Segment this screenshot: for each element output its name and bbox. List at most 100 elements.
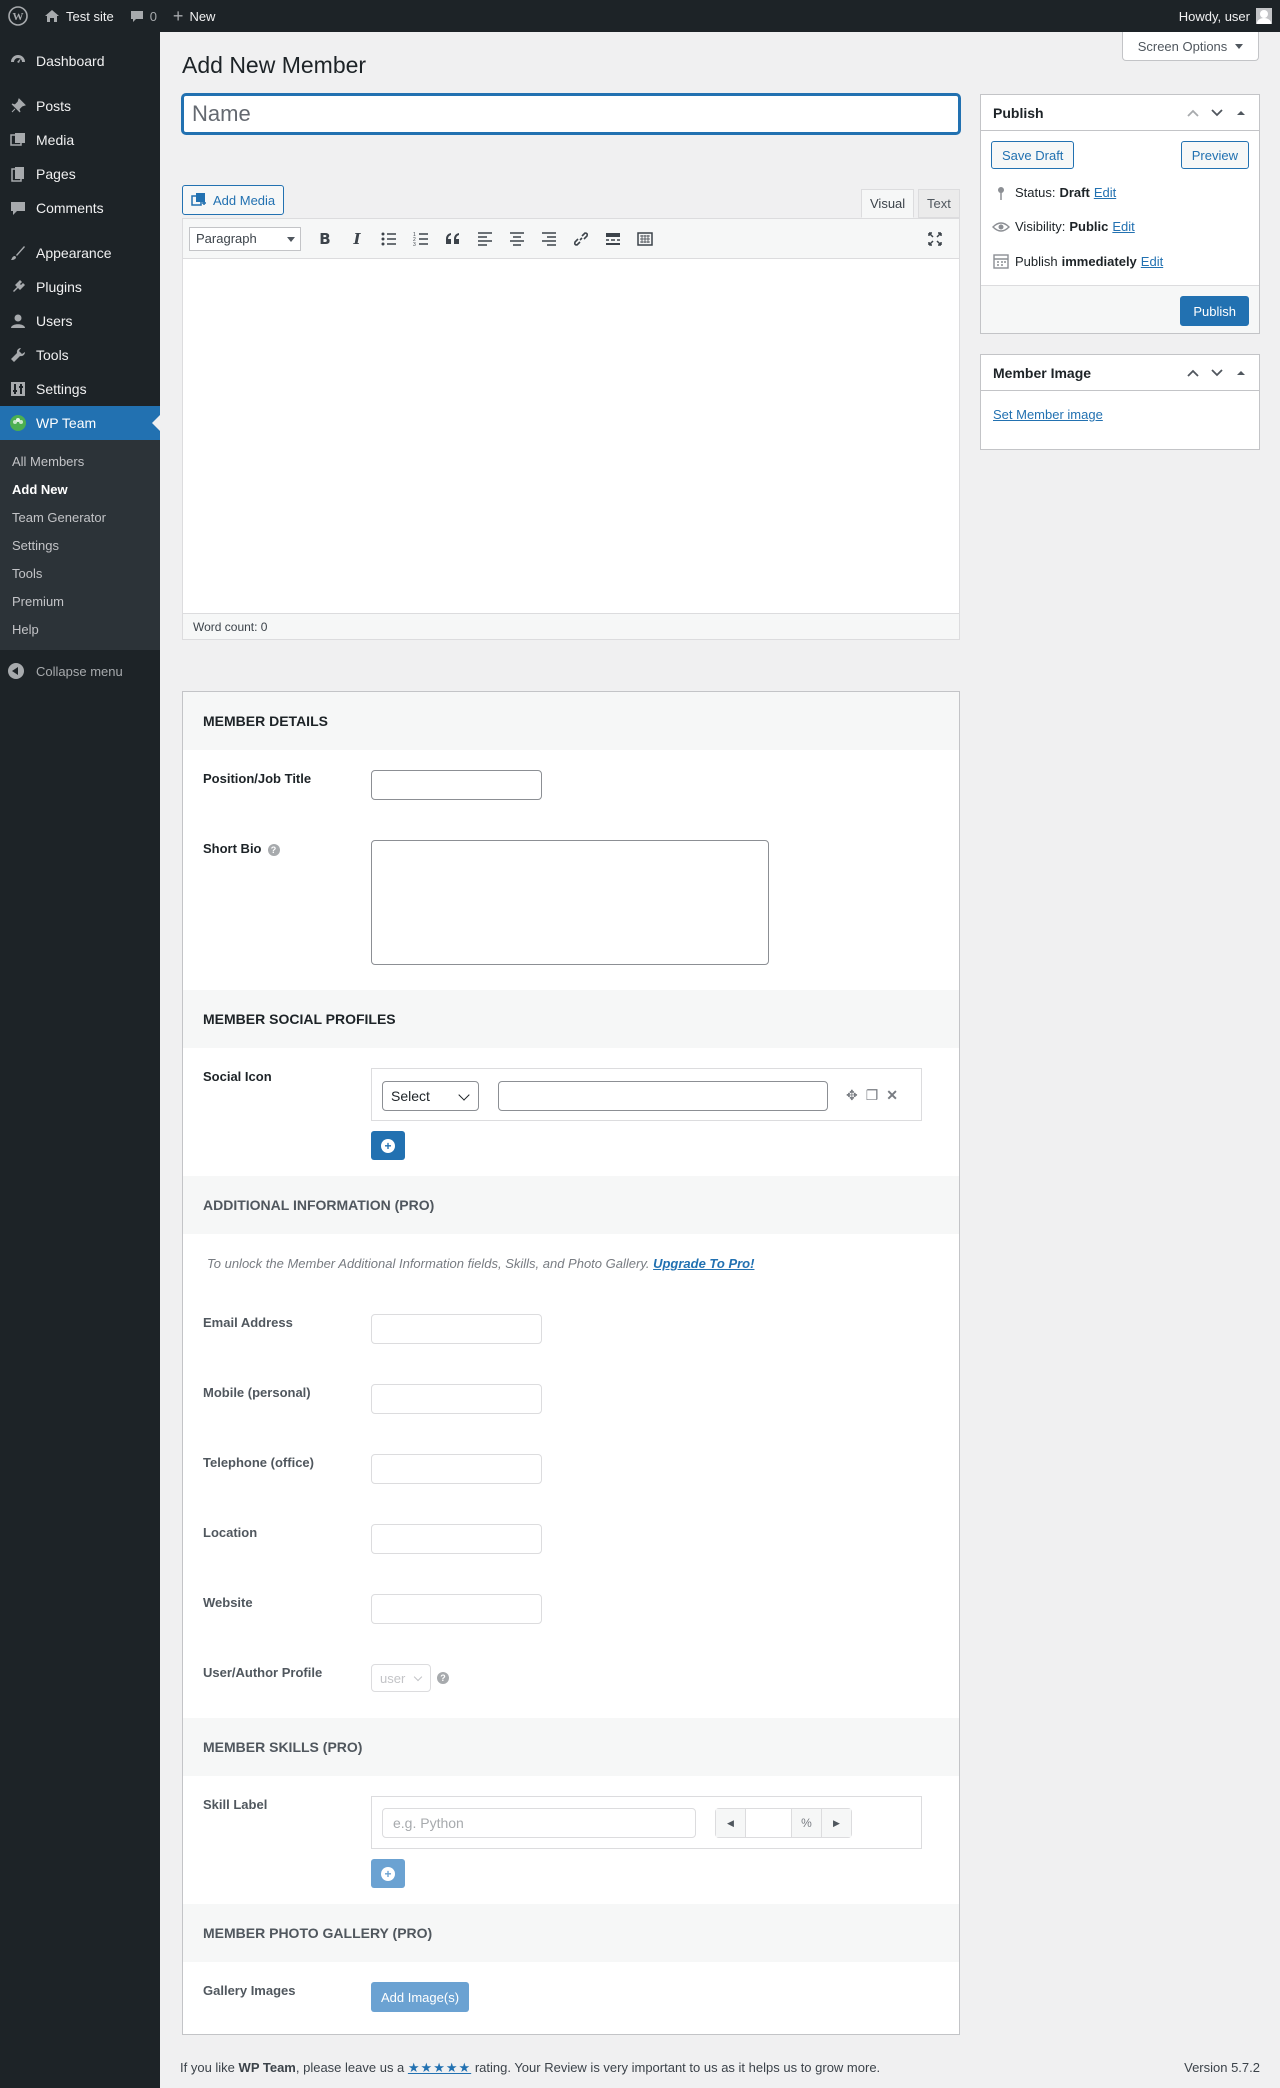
sidebar-item-label: Comments bbox=[36, 200, 104, 216]
account-menu[interactable]: Howdy, user bbox=[1171, 0, 1280, 32]
member-image-box: Member Image Set Member image bbox=[980, 354, 1260, 450]
footer-text-after: rating. Your Review is very important to… bbox=[474, 2060, 881, 2075]
save-draft-button[interactable]: Save Draft bbox=[991, 141, 1075, 169]
submenu-settings[interactable]: Settings bbox=[0, 531, 160, 559]
set-member-image-link[interactable]: Set Member image bbox=[993, 407, 1103, 422]
email-input[interactable] bbox=[371, 1314, 542, 1344]
add-media-icon bbox=[191, 193, 206, 206]
rating-stars-link[interactable]: ★★★★★ bbox=[408, 2060, 471, 2075]
sidebar-item-pages[interactable]: Pages bbox=[0, 157, 160, 191]
new-content-link[interactable]: + New bbox=[165, 0, 224, 32]
position-input[interactable] bbox=[371, 770, 542, 800]
submenu-team-generator[interactable]: Team Generator bbox=[0, 503, 160, 531]
sidebar-item-plugins[interactable]: Plugins bbox=[0, 270, 160, 304]
submenu-all-members[interactable]: All Members bbox=[0, 447, 160, 475]
chevron-down-icon[interactable] bbox=[1207, 103, 1227, 123]
edit-schedule-link[interactable]: Edit bbox=[1141, 254, 1163, 269]
chevron-down-icon[interactable] bbox=[1207, 363, 1227, 383]
fullscreen-icon[interactable] bbox=[919, 225, 951, 253]
short-bio-textarea[interactable] bbox=[371, 840, 769, 965]
collapse-menu-button[interactable]: Collapse menu bbox=[0, 654, 160, 688]
wordpress-logo-icon[interactable]: W bbox=[0, 0, 36, 32]
skill-name-input[interactable]: e.g. Python bbox=[382, 1808, 696, 1838]
mobile-input[interactable] bbox=[371, 1384, 542, 1414]
format-select[interactable]: Paragraph bbox=[189, 226, 301, 251]
sidebar-item-settings[interactable]: Settings bbox=[0, 372, 160, 406]
link-icon[interactable] bbox=[565, 225, 597, 253]
help-icon[interactable]: ? bbox=[267, 843, 280, 856]
social-icon-select[interactable]: Select bbox=[382, 1081, 479, 1111]
screen-options-button[interactable]: Screen Options bbox=[1122, 32, 1259, 61]
add-images-button[interactable]: Add Image(s) bbox=[371, 1982, 470, 2012]
duplicate-icon[interactable]: ❐ bbox=[866, 1087, 879, 1104]
sidebar-item-dashboard[interactable]: Dashboard bbox=[0, 44, 160, 78]
align-center-icon[interactable] bbox=[501, 225, 533, 253]
sidebar-item-appearance[interactable]: Appearance bbox=[0, 236, 160, 270]
sidebar-item-label: Posts bbox=[36, 98, 72, 114]
sidebar-item-posts[interactable]: Posts bbox=[0, 89, 160, 123]
italic-icon[interactable]: I bbox=[341, 225, 373, 253]
chevron-up-icon[interactable] bbox=[1183, 103, 1203, 123]
user-profile-select[interactable]: user bbox=[371, 1664, 431, 1692]
submenu-premium[interactable]: Premium bbox=[0, 587, 160, 615]
bullet-list-icon[interactable] bbox=[373, 225, 405, 253]
tab-text[interactable]: Text bbox=[918, 189, 960, 218]
gallery-fields: Gallery Images Add Image(s) bbox=[183, 1962, 959, 2042]
sidebar-item-comments[interactable]: Comments bbox=[0, 191, 160, 225]
numbered-list-icon[interactable]: 123 bbox=[405, 225, 437, 253]
short-bio-label: Short Bio? bbox=[203, 841, 280, 856]
section-heading-additional-info: Additional Information (PRO) bbox=[183, 1176, 959, 1234]
edit-status-link[interactable]: Edit bbox=[1094, 185, 1116, 200]
schedule-line: Publish immediately Edit bbox=[991, 253, 1163, 269]
edit-visibility-link[interactable]: Edit bbox=[1112, 219, 1134, 234]
user-profile-label: User/Author Profile bbox=[203, 1665, 323, 1680]
skill-percent-input[interactable] bbox=[746, 1809, 791, 1837]
short-bio-label-text: Short Bio bbox=[203, 841, 262, 856]
align-right-icon[interactable] bbox=[533, 225, 565, 253]
comments-link[interactable]: 0 bbox=[122, 0, 165, 32]
settings-icon bbox=[8, 379, 28, 399]
decrement-icon[interactable]: ◀ bbox=[716, 1809, 746, 1837]
wp-team-submenu: All Members Add New Team Generator Setti… bbox=[0, 440, 160, 650]
chevron-up-icon[interactable] bbox=[1183, 363, 1203, 383]
read-more-icon[interactable] bbox=[597, 225, 629, 253]
dashboard-icon bbox=[8, 51, 28, 71]
location-input[interactable] bbox=[371, 1524, 542, 1554]
close-icon[interactable]: ✕ bbox=[886, 1087, 898, 1104]
tab-visual[interactable]: Visual bbox=[861, 189, 915, 218]
align-left-icon[interactable] bbox=[469, 225, 501, 253]
add-skill-button[interactable]: + bbox=[371, 1859, 405, 1888]
box-controls bbox=[1183, 363, 1259, 383]
publish-title: Publish bbox=[993, 104, 1044, 121]
sidebar-item-wp-team[interactable]: WP Team bbox=[0, 406, 160, 440]
submenu-help[interactable]: Help bbox=[0, 615, 160, 643]
website-input[interactable] bbox=[371, 1594, 542, 1624]
member-name-input[interactable] bbox=[182, 94, 960, 134]
move-icon[interactable]: ✥ bbox=[846, 1087, 858, 1104]
submenu-tools[interactable]: Tools bbox=[0, 559, 160, 587]
submenu-add-new[interactable]: Add New bbox=[0, 475, 160, 503]
toolbar-toggle-icon[interactable] bbox=[629, 225, 661, 253]
blockquote-icon[interactable] bbox=[437, 225, 469, 253]
visibility-value: Public bbox=[1069, 219, 1109, 234]
page-title: Add New Member bbox=[182, 52, 367, 78]
editor-content-area[interactable] bbox=[183, 259, 959, 613]
sidebar-item-users[interactable]: Users bbox=[0, 304, 160, 338]
social-url-input[interactable] bbox=[498, 1081, 828, 1111]
increment-icon[interactable]: ▶ bbox=[821, 1809, 851, 1837]
section-heading-social-profiles: Member Social Profiles bbox=[183, 990, 959, 1048]
telephone-input[interactable] bbox=[371, 1454, 542, 1484]
member-image-box-header: Member Image bbox=[981, 355, 1259, 391]
toggle-panel-icon[interactable] bbox=[1231, 103, 1251, 123]
bold-icon[interactable]: B bbox=[309, 225, 341, 253]
publish-button[interactable]: Publish bbox=[1180, 296, 1249, 326]
upgrade-to-pro-link[interactable]: Upgrade To Pro! bbox=[653, 1256, 754, 1271]
add-media-button[interactable]: Add Media bbox=[182, 185, 285, 215]
preview-button[interactable]: Preview bbox=[1180, 141, 1249, 169]
help-icon[interactable]: ? bbox=[437, 1672, 449, 1684]
toggle-panel-icon[interactable] bbox=[1231, 363, 1251, 383]
site-name-link[interactable]: Test site bbox=[36, 0, 122, 32]
add-social-button[interactable]: + bbox=[371, 1131, 405, 1160]
sidebar-item-media[interactable]: Media bbox=[0, 123, 160, 157]
sidebar-item-tools[interactable]: Tools bbox=[0, 338, 160, 372]
